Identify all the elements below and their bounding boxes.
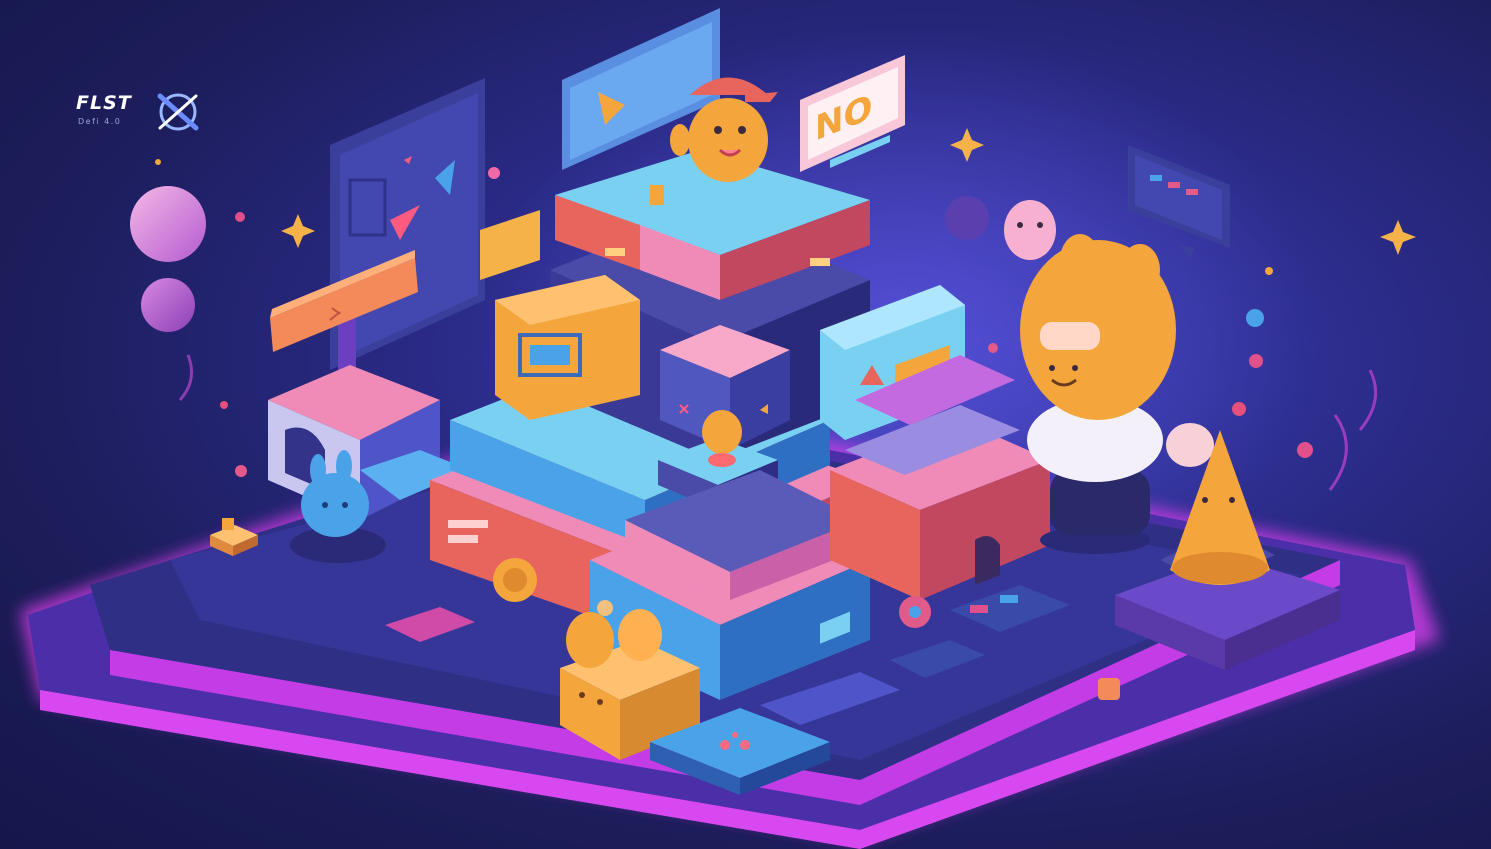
brand-logo[interactable]: FLST Defi 4.0: [76, 92, 206, 136]
pink-orb-small: [141, 278, 195, 332]
crossed-circle-logo-icon: [157, 93, 199, 131]
brand-tagline: Defi 4.0: [78, 117, 122, 126]
sparkle-icon: [1380, 220, 1416, 255]
purple-orb: [945, 196, 989, 240]
sparkle-icon: [281, 214, 315, 248]
isometric-illustration: NO: [20, 8, 1440, 849]
brand-name: FLST: [76, 92, 132, 114]
pink-orb-large: [130, 186, 206, 262]
pink-ghost-behind: [1004, 200, 1056, 260]
